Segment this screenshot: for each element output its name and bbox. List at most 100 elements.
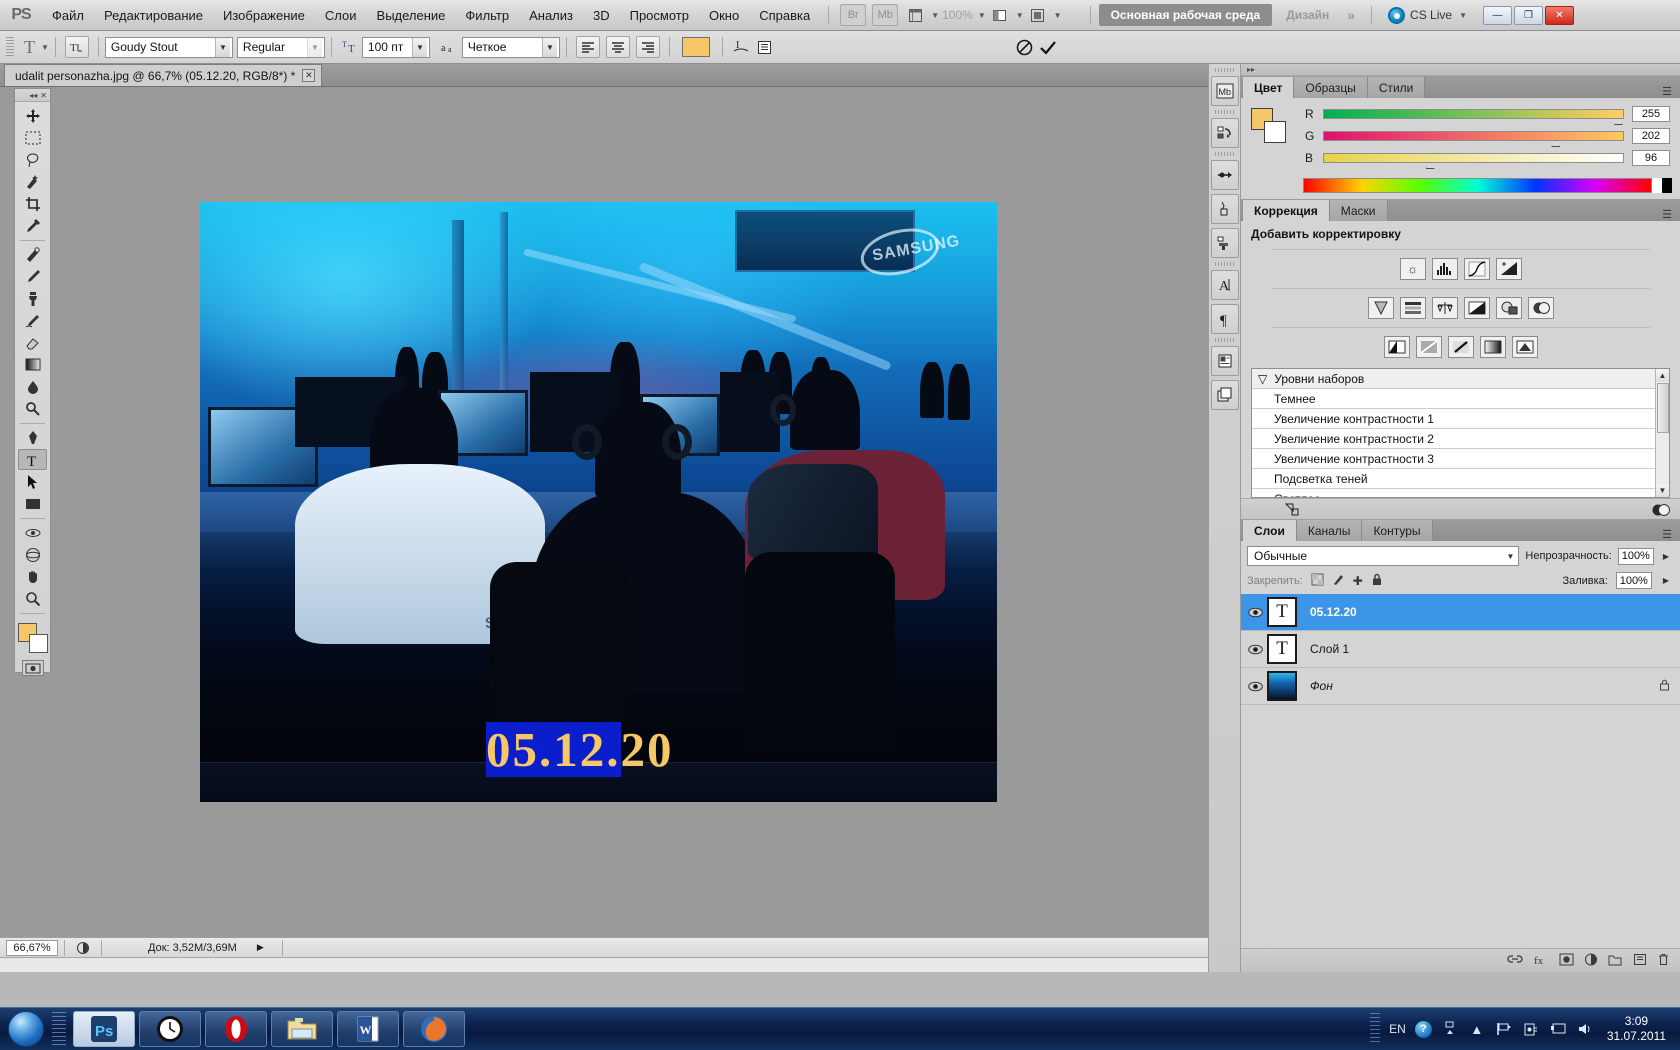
clone-source-icon[interactable] bbox=[1210, 228, 1239, 258]
preset-item[interactable]: Подсветка теней bbox=[1252, 469, 1669, 489]
minibridge-icon[interactable]: Mb bbox=[1210, 76, 1239, 106]
chevron-down-icon-screen[interactable]: ▼ bbox=[1054, 11, 1062, 20]
return-to-adjustment-list-icon[interactable] bbox=[1281, 501, 1303, 519]
menu-select[interactable]: Выделение bbox=[367, 4, 456, 27]
language-indicator[interactable]: EN bbox=[1389, 1022, 1406, 1036]
close-icon[interactable]: ✕ bbox=[302, 69, 316, 82]
dock-grip-5[interactable] bbox=[1214, 338, 1235, 342]
clip-to-layer-icon[interactable] bbox=[1650, 501, 1672, 519]
menu-filter[interactable]: Фильтр bbox=[455, 4, 519, 27]
image-date-text[interactable]: 05.12.20 bbox=[486, 721, 674, 778]
layer-mask-icon[interactable] bbox=[1559, 953, 1574, 969]
taskbar-clock[interactable]: 3:09 31.07.2011 bbox=[1603, 1014, 1672, 1044]
collapse-icon[interactable]: ◂◂ bbox=[29, 91, 37, 100]
new-group-icon[interactable] bbox=[1608, 953, 1623, 969]
view-extras-icon[interactable] bbox=[904, 4, 926, 26]
rectangle-shape-tool[interactable] bbox=[18, 493, 47, 514]
history-icon[interactable] bbox=[1210, 118, 1239, 148]
display-icon[interactable] bbox=[1549, 1022, 1567, 1036]
layer-row[interactable]: T Слой 1 bbox=[1241, 631, 1680, 668]
menu-view[interactable]: Просмотр bbox=[620, 4, 699, 27]
preset-list-scrollbar[interactable]: ▲ ▼ bbox=[1655, 369, 1669, 497]
selective-color-icon[interactable] bbox=[1511, 336, 1538, 358]
layer-thumbnail-text[interactable]: T bbox=[1267, 597, 1297, 627]
layer-visibility-icon[interactable] bbox=[1243, 607, 1267, 618]
3d-rotate-tool[interactable] bbox=[18, 522, 47, 543]
lock-transparent-icon[interactable] bbox=[1311, 573, 1324, 589]
adjustments-brush-icon[interactable] bbox=[1210, 160, 1239, 190]
lock-all-icon[interactable] bbox=[1371, 573, 1383, 589]
history-brush-tool[interactable] bbox=[18, 310, 47, 331]
menu-analysis[interactable]: Анализ bbox=[519, 4, 583, 27]
workspace-design-button[interactable]: Дизайн bbox=[1276, 4, 1339, 26]
menu-help[interactable]: Справка bbox=[749, 4, 820, 27]
minimize-button[interactable]: — bbox=[1483, 5, 1512, 25]
taskbar-item-photoshop[interactable]: Ps bbox=[73, 1011, 135, 1047]
layer-row[interactable]: T 05.12.20 bbox=[1241, 594, 1680, 631]
taskbar-item-opera[interactable] bbox=[205, 1011, 267, 1047]
preset-item[interactable]: Увеличение контрастности 3 bbox=[1252, 449, 1669, 469]
canvas-area[interactable]: SAMSUNG 05.12.20 66,67% Док: 3,52M/3,69M… bbox=[0, 87, 1208, 972]
photo-filter-icon[interactable] bbox=[1495, 297, 1522, 319]
layer-thumbnail-text[interactable]: T bbox=[1267, 634, 1297, 664]
text-orientation-icon[interactable]: T bbox=[64, 36, 89, 58]
proof-setup-icon[interactable] bbox=[71, 937, 95, 959]
tab-channels[interactable]: Каналы bbox=[1296, 520, 1363, 541]
tab-color[interactable]: Цвет bbox=[1243, 77, 1295, 98]
gradient-tool[interactable] bbox=[18, 354, 47, 375]
rectangular-marquee-tool[interactable] bbox=[18, 127, 47, 148]
blend-mode-select[interactable]: Обычные ▼ bbox=[1247, 546, 1520, 566]
scroll-thumb[interactable] bbox=[1657, 383, 1669, 433]
menu-window[interactable]: Окно bbox=[699, 4, 749, 27]
cancel-icon[interactable] bbox=[1012, 36, 1036, 58]
channel-mixer-icon[interactable] bbox=[1527, 297, 1554, 319]
notes-icon[interactable] bbox=[1210, 346, 1239, 376]
opacity-chevron-icon[interactable]: ▶ bbox=[1660, 552, 1672, 561]
brightness-contrast-icon[interactable]: ☼ bbox=[1399, 258, 1426, 280]
channel-knob-g[interactable] bbox=[1551, 140, 1561, 147]
preset-group-header[interactable]: ▽ Уровни наборов bbox=[1252, 369, 1669, 389]
path-selection-tool[interactable] bbox=[18, 471, 47, 492]
toolbox-header[interactable]: ◂◂ ✕ bbox=[15, 89, 50, 102]
panel-menu-icon[interactable]: ☰ bbox=[1654, 528, 1680, 541]
font-size-select[interactable]: 100 пт ▼ bbox=[361, 36, 430, 58]
character-panel-icon[interactable] bbox=[753, 36, 777, 58]
taskbar-grip[interactable] bbox=[52, 1012, 66, 1046]
start-button[interactable] bbox=[3, 1009, 49, 1049]
tab-styles[interactable]: Стили bbox=[1367, 77, 1426, 98]
cs-live-button[interactable]: CS Live ▼ bbox=[1380, 6, 1475, 24]
align-right-icon[interactable] bbox=[635, 36, 660, 58]
background-color-swatch[interactable] bbox=[29, 634, 48, 653]
menu-layers[interactable]: Слои bbox=[315, 4, 367, 27]
3d-orbit-tool[interactable] bbox=[18, 544, 47, 565]
layer-comps-icon[interactable] bbox=[1210, 380, 1239, 410]
opacity-value[interactable]: 100% bbox=[1617, 547, 1654, 565]
brush-tool[interactable] bbox=[18, 266, 47, 287]
channel-track-r[interactable] bbox=[1323, 109, 1624, 125]
options-bar-grip[interactable] bbox=[6, 37, 14, 57]
close-icon[interactable]: ✕ bbox=[40, 91, 47, 100]
panel-menu-icon[interactable]: ☰ bbox=[1654, 208, 1680, 221]
document-image[interactable]: SAMSUNG 05.12.20 bbox=[200, 202, 997, 802]
foreground-background-swatches[interactable] bbox=[1249, 106, 1291, 146]
flag-icon[interactable] bbox=[1495, 1022, 1513, 1036]
tab-layers[interactable]: Слои bbox=[1243, 520, 1297, 541]
zoom-field[interactable]: 66,67% bbox=[6, 939, 58, 956]
layer-row[interactable]: Фон bbox=[1241, 668, 1680, 705]
font-family-select[interactable]: Goudy Stout ▼ bbox=[104, 36, 233, 58]
adjustment-presets-list[interactable]: ▽ Уровни наборов Темнее Увеличение контр… bbox=[1251, 368, 1670, 498]
lock-position-icon[interactable]: ✚ bbox=[1353, 574, 1363, 588]
blur-tool[interactable] bbox=[18, 376, 47, 397]
channel-track-g[interactable] bbox=[1323, 131, 1624, 147]
tab-paths[interactable]: Контуры bbox=[1362, 520, 1433, 541]
align-center-icon[interactable] bbox=[605, 36, 630, 58]
preset-item[interactable]: Увеличение контрастности 1 bbox=[1252, 409, 1669, 429]
invert-icon[interactable] bbox=[1383, 336, 1410, 358]
layer-visibility-icon[interactable] bbox=[1243, 644, 1267, 655]
hand-tool[interactable] bbox=[18, 566, 47, 587]
menu-file[interactable]: Файл bbox=[42, 4, 94, 27]
tab-swatches[interactable]: Образцы bbox=[1294, 77, 1368, 98]
quick-mask-button[interactable] bbox=[21, 660, 44, 676]
tool-preset-chevron-icon[interactable]: ▼ bbox=[41, 43, 49, 52]
scroll-down-icon[interactable]: ▼ bbox=[1656, 484, 1669, 497]
